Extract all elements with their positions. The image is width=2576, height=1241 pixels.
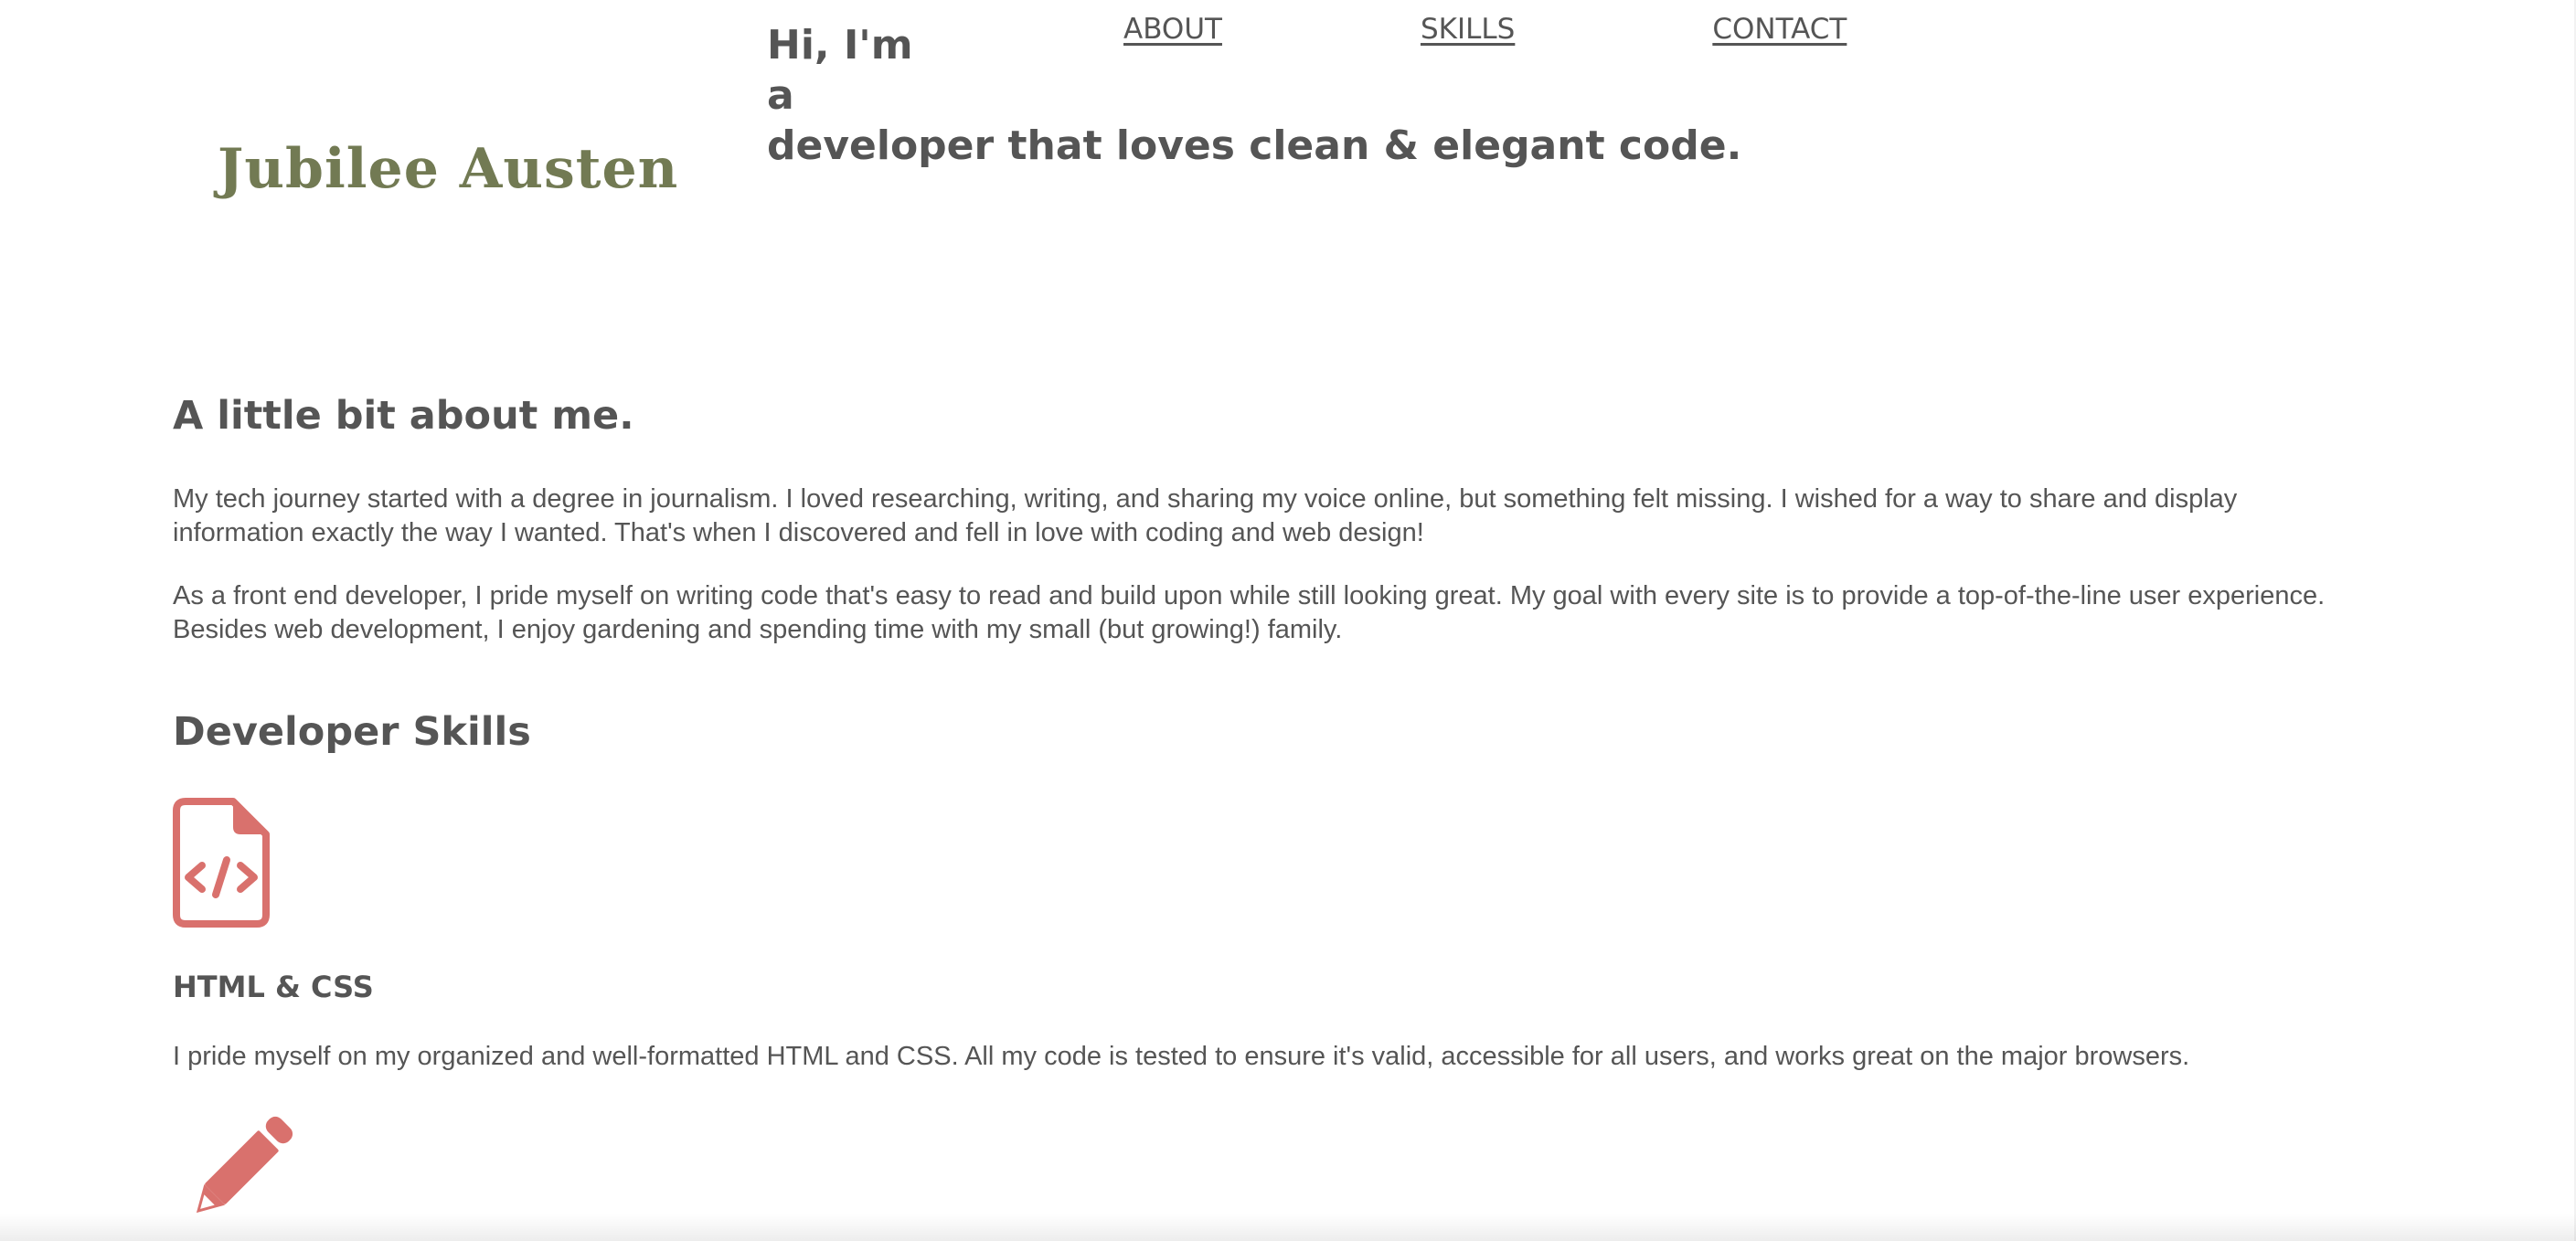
nav-link-contact[interactable]: CONTACT (1712, 13, 1847, 46)
nav-link-skills[interactable]: SKILLS (1421, 13, 1515, 46)
main-nav: ABOUT SKILLS CONTACT (1123, 13, 1847, 46)
hero-line-article: a (767, 72, 794, 119)
skills-heading: Developer Skills (173, 709, 531, 755)
hero-line-role: developer that loves clean & elegant cod… (767, 122, 1742, 169)
skill-name: HTML & CSS (173, 970, 374, 1004)
site-logo[interactable]: Jubilee Austen (218, 137, 678, 201)
file-code-icon (173, 798, 270, 928)
about-paragraph-2: As a front end developer, I pride myself… (173, 581, 2326, 644)
skill-description: I pride myself on my organized and well-… (173, 1042, 2190, 1071)
nav-link-about[interactable]: ABOUT (1123, 13, 1222, 46)
about-heading: A little bit about me. (173, 393, 634, 439)
about-paragraph-1: My tech journey started with a degree in… (173, 484, 2238, 547)
viewport-bottom-shadow (0, 1214, 2576, 1241)
